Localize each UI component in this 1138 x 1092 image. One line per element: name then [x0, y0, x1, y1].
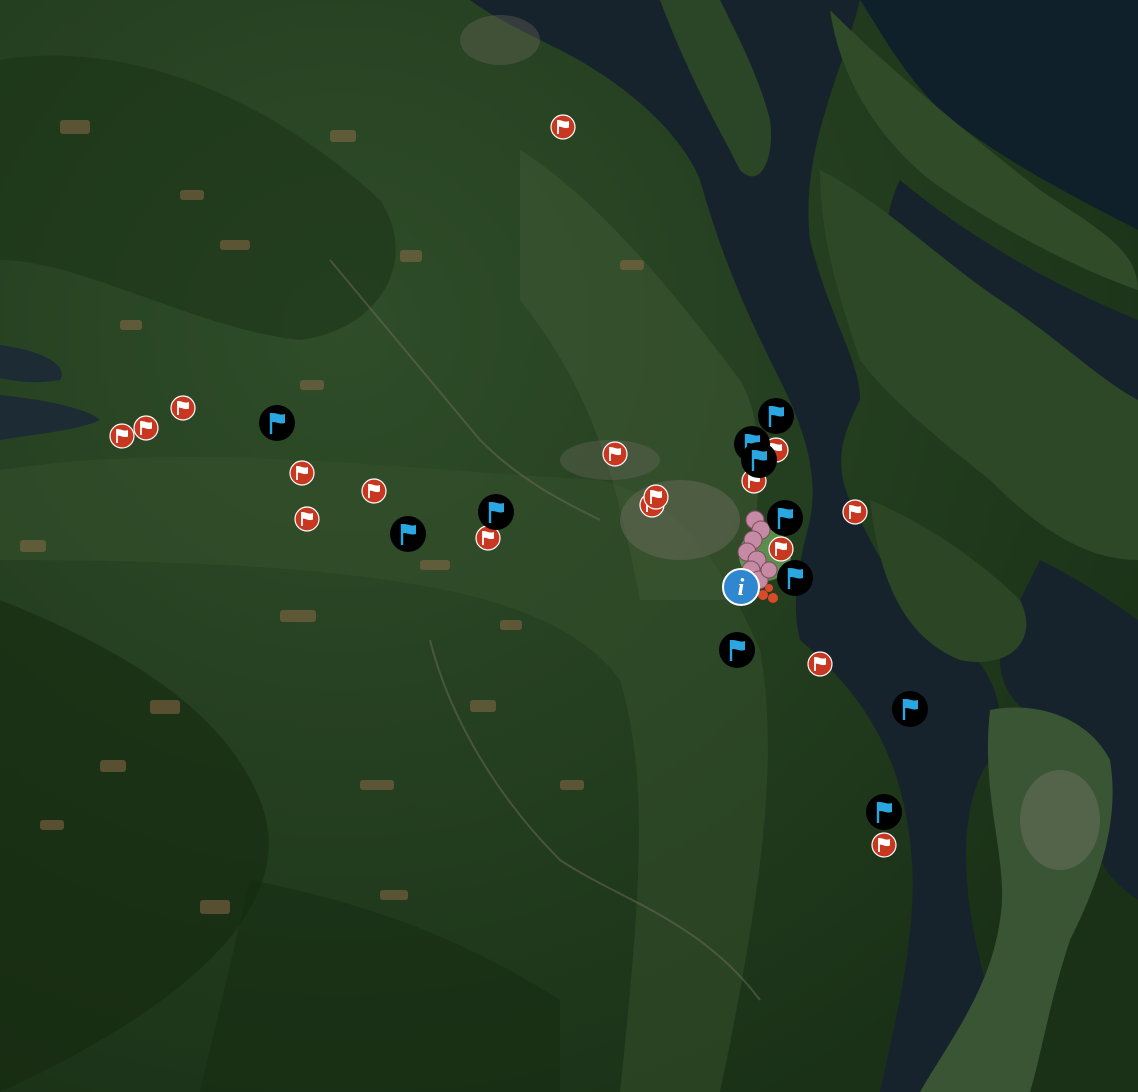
- red-flag-marker[interactable]: [109, 423, 135, 449]
- blue-flag-icon: [741, 442, 777, 478]
- blue-flag-marker[interactable]: [718, 631, 756, 669]
- blue-flag-marker[interactable]: [389, 515, 427, 553]
- red-flag-icon: [361, 478, 387, 504]
- blue-flag-marker[interactable]: [766, 499, 804, 537]
- red-flag-icon: [602, 441, 628, 467]
- red-flag-icon: [294, 506, 320, 532]
- red-flag-icon: [842, 499, 868, 525]
- red-flag-marker[interactable]: [807, 651, 833, 677]
- red-flag-marker[interactable]: [550, 114, 576, 140]
- blue-flag-marker[interactable]: [477, 493, 515, 531]
- blue-flag-icon: [866, 794, 902, 830]
- blue-flag-icon: [259, 405, 295, 441]
- red-flag-icon: [643, 484, 669, 510]
- blue-flag-marker[interactable]: [776, 559, 814, 597]
- satellite-basemap: [0, 0, 1138, 1092]
- info-marker[interactable]: i: [721, 567, 761, 607]
- red-flag-icon: [170, 395, 196, 421]
- red-flag-icon: [871, 832, 897, 858]
- red-flag-marker[interactable]: [294, 506, 320, 532]
- info-icon: i: [722, 568, 760, 606]
- red-flag-marker[interactable]: [289, 460, 315, 486]
- blue-flag-icon: [478, 494, 514, 530]
- red-flag-marker[interactable]: [871, 832, 897, 858]
- blue-flag-marker[interactable]: [258, 404, 296, 442]
- red-flag-marker[interactable]: [361, 478, 387, 504]
- urban-area: [620, 480, 740, 560]
- blue-flag-marker[interactable]: [865, 793, 903, 831]
- blue-flag-icon: [767, 500, 803, 536]
- urban-area: [460, 15, 540, 65]
- info-glyph: i: [738, 575, 745, 601]
- blue-flag-icon: [719, 632, 755, 668]
- red-flag-icon: [289, 460, 315, 486]
- red-flag-marker[interactable]: [842, 499, 868, 525]
- blue-flag-marker[interactable]: [740, 441, 778, 479]
- blue-flag-marker[interactable]: [891, 690, 929, 728]
- red-flag-icon: [133, 415, 159, 441]
- red-flag-icon: [109, 423, 135, 449]
- red-flag-icon: [550, 114, 576, 140]
- urban-area: [1020, 770, 1100, 870]
- red-flag-marker[interactable]: [602, 441, 628, 467]
- red-flag-icon: [807, 651, 833, 677]
- red-flag-marker[interactable]: [133, 415, 159, 441]
- red-flag-marker[interactable]: [170, 395, 196, 421]
- blue-flag-icon: [777, 560, 813, 596]
- blue-flag-icon: [390, 516, 426, 552]
- blue-flag-icon: [892, 691, 928, 727]
- red-flag-marker[interactable]: [643, 484, 669, 510]
- map-canvas[interactable]: i: [0, 0, 1138, 1092]
